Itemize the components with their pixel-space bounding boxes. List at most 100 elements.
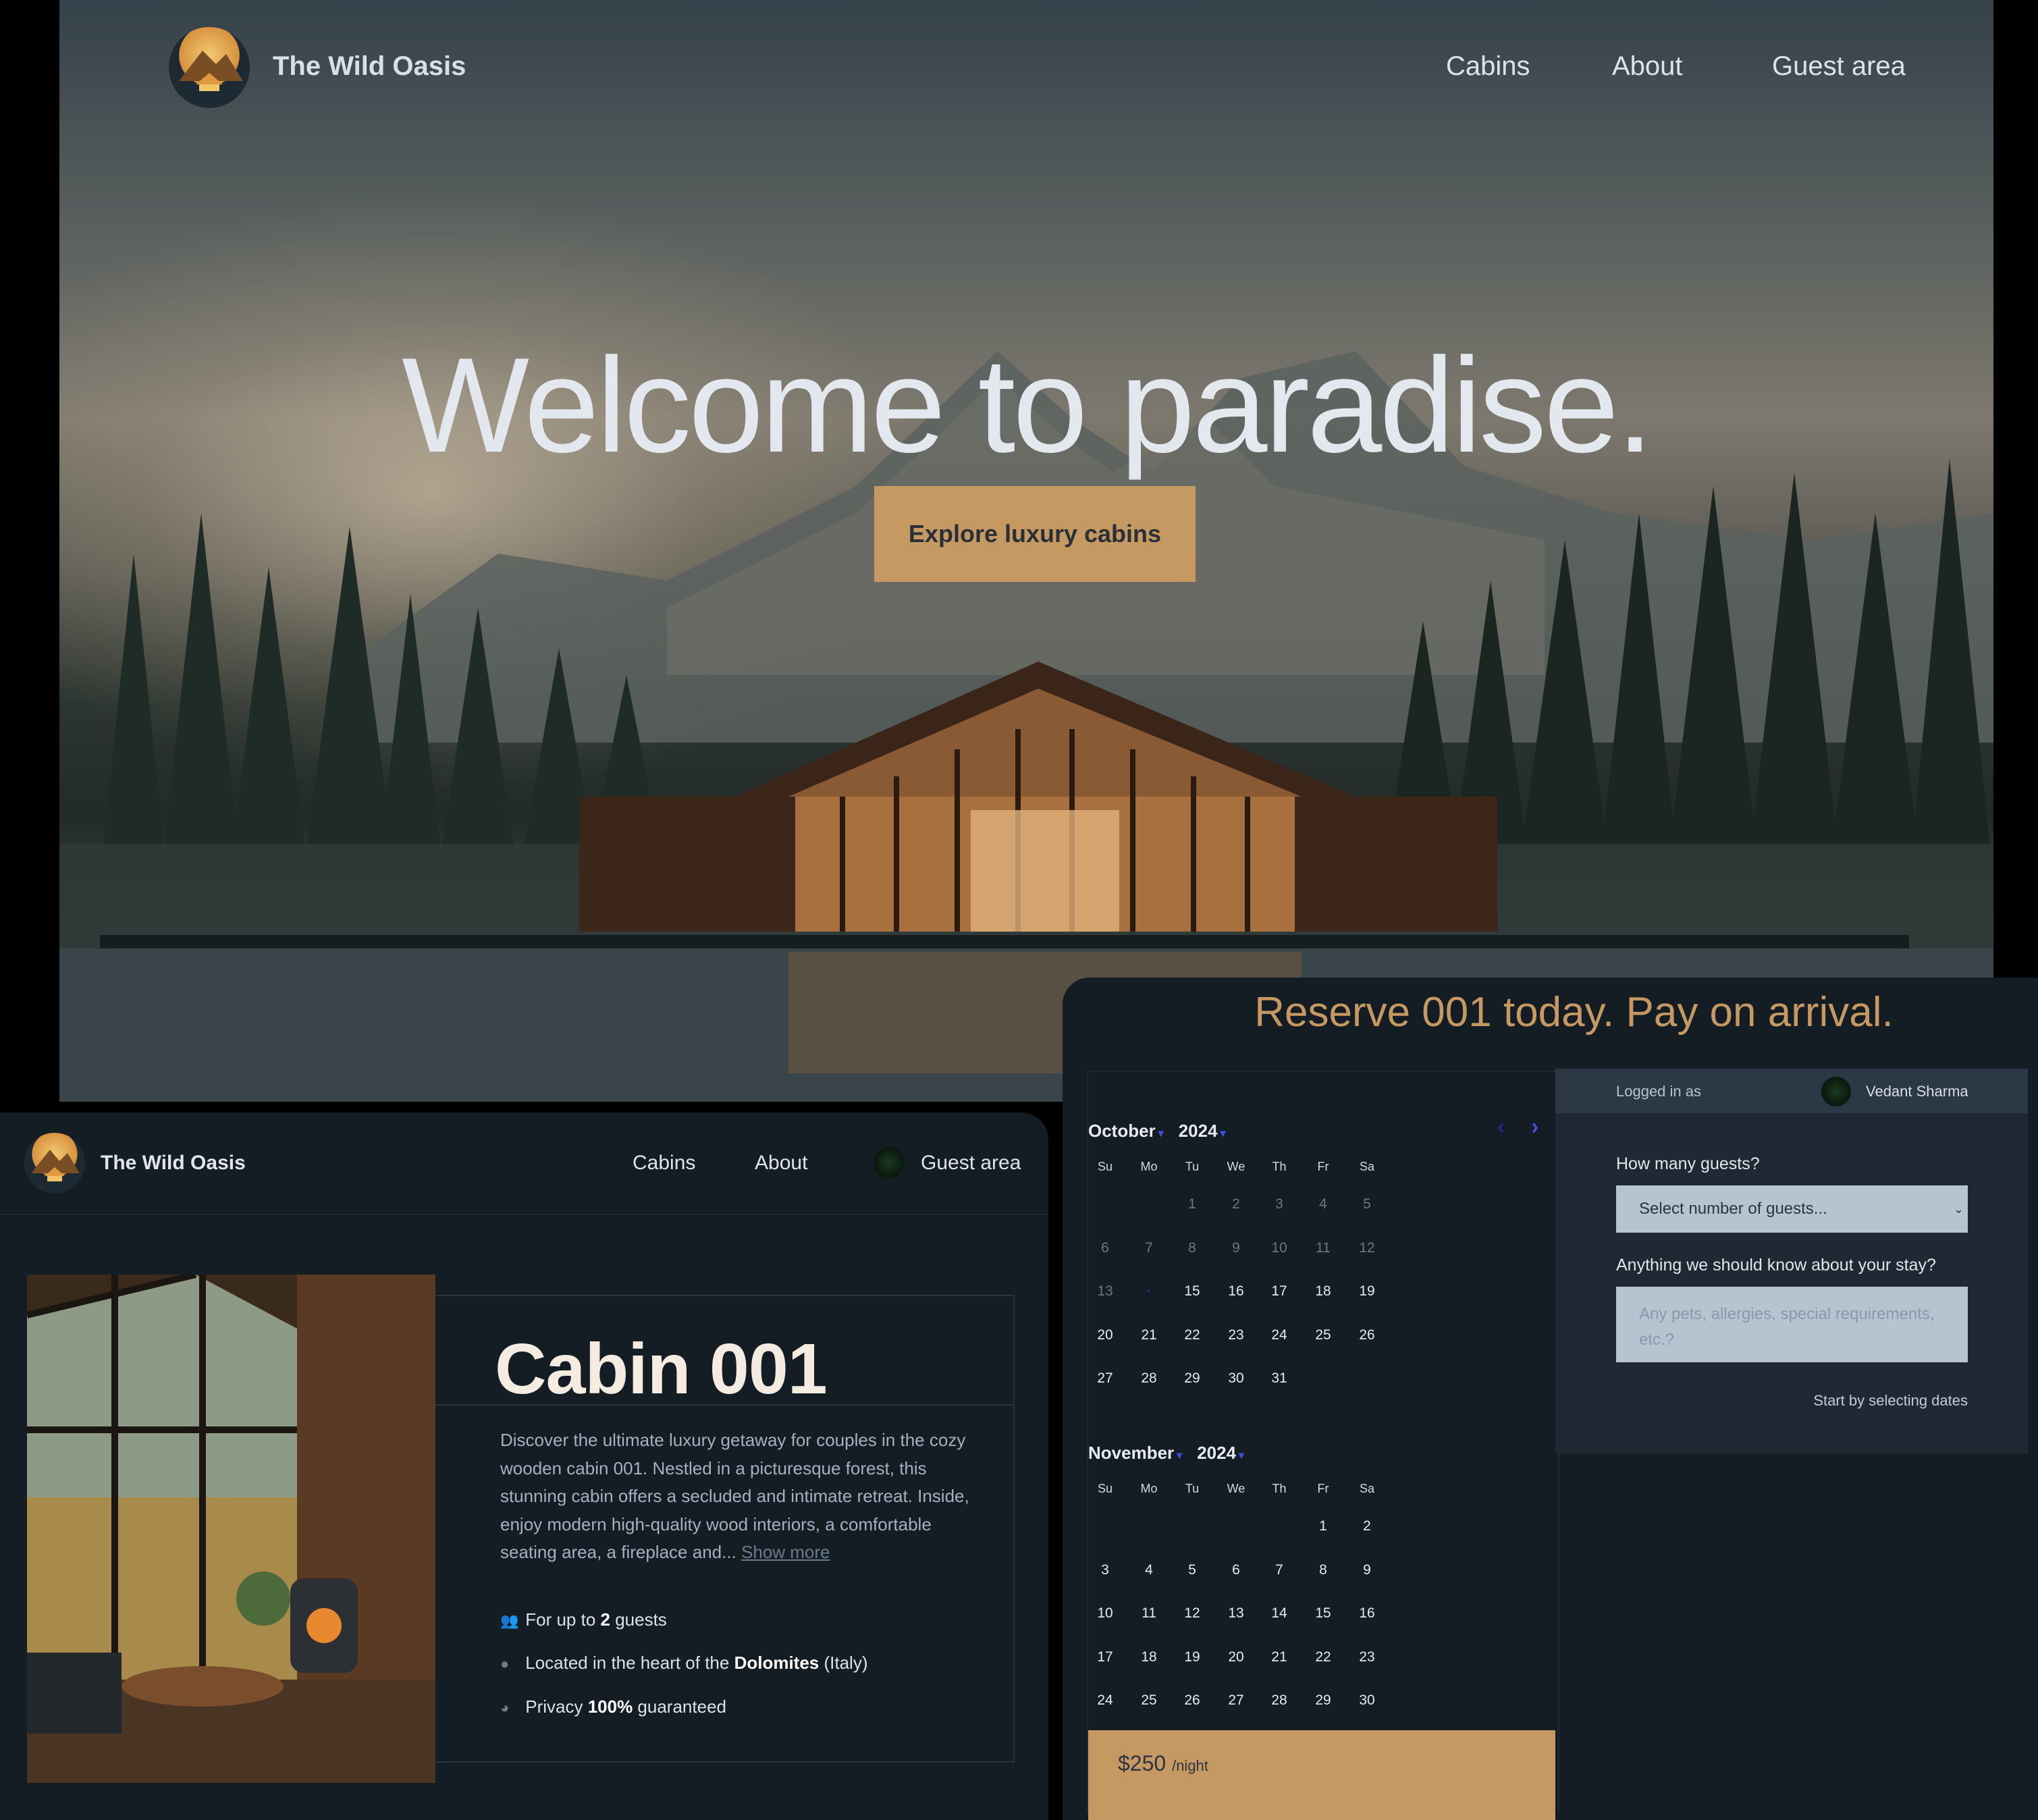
- calendar-day[interactable]: 24: [1092, 1692, 1119, 1709]
- calendar-day[interactable]: 18: [1310, 1283, 1337, 1300]
- nav-guest-area[interactable]: Guest area: [921, 1152, 1021, 1175]
- calendar-day[interactable]: 28: [1266, 1692, 1293, 1709]
- feature-bold: Dolomites: [734, 1653, 820, 1673]
- month-year-header[interactable]: November ▾ 2024 ▾: [1088, 1443, 1244, 1464]
- calendar-day: 7: [1145, 1239, 1153, 1256]
- calendar-day[interactable]: 24: [1266, 1327, 1293, 1343]
- month-year-header[interactable]: October ▾ 2024 ▾: [1088, 1121, 1226, 1142]
- show-more-link[interactable]: Show more: [741, 1542, 830, 1562]
- calendar-day[interactable]: 26: [1353, 1327, 1380, 1343]
- calendar-day[interactable]: 22: [1179, 1327, 1206, 1343]
- calendar-day[interactable]: 17: [1266, 1283, 1293, 1300]
- reservation-title: Reserve 001 today. Pay on arrival.: [1254, 989, 1894, 1036]
- calendar-day[interactable]: 18: [1135, 1649, 1162, 1665]
- explore-cabins-button[interactable]: Explore luxury cabins: [874, 486, 1196, 582]
- description-text: Discover the ultimate luxury getaway for…: [500, 1430, 969, 1562]
- year-name[interactable]: 2024: [1197, 1443, 1236, 1463]
- calendar-day[interactable]: 6: [1223, 1562, 1250, 1578]
- calendar-day[interactable]: 21: [1266, 1649, 1293, 1665]
- feature-location: ● Located in the heart of the Dolomites …: [500, 1653, 868, 1674]
- calendar-day[interactable]: 20: [1092, 1327, 1119, 1343]
- calendar-day[interactable]: 9: [1353, 1562, 1380, 1578]
- nav-guest-area[interactable]: Guest area: [1772, 51, 1906, 82]
- calendar-day[interactable]: 12: [1179, 1605, 1206, 1622]
- next-month-icon[interactable]: ›: [1531, 1114, 1538, 1140]
- calendar-day[interactable]: 19: [1353, 1283, 1380, 1300]
- nav-about[interactable]: About: [755, 1152, 807, 1175]
- calendar-day[interactable]: 25: [1135, 1692, 1162, 1709]
- calendar-day[interactable]: 4: [1135, 1562, 1162, 1578]
- notes-textarea[interactable]: Any pets, allergies, special requirement…: [1616, 1287, 1968, 1362]
- calendar-day[interactable]: 27: [1092, 1370, 1119, 1387]
- calendar-day[interactable]: 16: [1223, 1283, 1250, 1300]
- nav-cabins[interactable]: Cabins: [633, 1152, 695, 1175]
- calendar-day: 3: [1275, 1196, 1283, 1212]
- caret-down-icon[interactable]: ▾: [1221, 1128, 1226, 1140]
- hero-title: Welcome to paradise.: [402, 330, 1654, 481]
- brand-name[interactable]: The Wild Oasis: [273, 51, 466, 82]
- nav-cabins[interactable]: Cabins: [1446, 51, 1530, 82]
- year-name[interactable]: 2024: [1179, 1121, 1218, 1141]
- calendar-day[interactable]: 28: [1135, 1370, 1162, 1387]
- prev-month-icon[interactable]: ‹: [1497, 1114, 1505, 1140]
- weekday-label: Su: [1097, 1160, 1113, 1173]
- calendar-day[interactable]: 5: [1179, 1562, 1206, 1578]
- calendar-day[interactable]: 15: [1179, 1283, 1206, 1300]
- calendar-day[interactable]: 13: [1223, 1605, 1250, 1622]
- calendar-day[interactable]: 22: [1310, 1649, 1337, 1665]
- caret-down-icon[interactable]: ▾: [1177, 1450, 1182, 1462]
- calendar-day: 9: [1232, 1239, 1240, 1256]
- calendar-day[interactable]: 7: [1266, 1562, 1293, 1578]
- calendar-day[interactable]: 15: [1310, 1605, 1337, 1622]
- calendar-day[interactable]: 25: [1310, 1327, 1337, 1343]
- month-name[interactable]: October: [1088, 1121, 1156, 1141]
- weekday-label: Mo: [1140, 1160, 1158, 1173]
- calendar-day[interactable]: 27: [1223, 1692, 1250, 1709]
- weekday-label: Su: [1097, 1482, 1113, 1495]
- feature-text: (Italy): [819, 1653, 868, 1673]
- calendar-day[interactable]: 10: [1092, 1605, 1119, 1622]
- weekday-label: We: [1227, 1482, 1245, 1495]
- guests-select-value: Select number of guests...: [1639, 1200, 1827, 1218]
- feature-bold: 100%: [587, 1696, 633, 1717]
- calendar-day[interactable]: 19: [1179, 1649, 1206, 1665]
- guests-select[interactable]: Select number of guests... ⌄: [1616, 1185, 1968, 1233]
- calendar-day: 2: [1232, 1196, 1240, 1212]
- calendar-day[interactable]: 20: [1223, 1649, 1250, 1665]
- calendar-day[interactable]: 11: [1135, 1605, 1162, 1622]
- calendar-day[interactable]: 23: [1353, 1649, 1380, 1665]
- calendar-day[interactable]: 29: [1310, 1692, 1337, 1709]
- caret-down-icon[interactable]: ▾: [1158, 1128, 1164, 1140]
- calendar-day: 12: [1359, 1239, 1375, 1256]
- calendar-day: 10: [1271, 1239, 1287, 1256]
- logo-icon[interactable]: [169, 27, 250, 108]
- calendar-day[interactable]: 16: [1353, 1605, 1380, 1622]
- caret-down-icon[interactable]: ▾: [1239, 1450, 1244, 1462]
- calendar-day[interactable]: 3: [1092, 1562, 1119, 1578]
- brand-name[interactable]: The Wild Oasis: [101, 1152, 246, 1175]
- calendar-day[interactable]: 26: [1179, 1692, 1206, 1709]
- calendar-day[interactable]: 17: [1092, 1649, 1119, 1665]
- user-avatar[interactable]: [874, 1147, 905, 1178]
- price-per-night: $250 /night: [1118, 1751, 1208, 1776]
- weekday-label: Th: [1272, 1160, 1287, 1173]
- calendar-day[interactable]: 31: [1266, 1370, 1293, 1387]
- calendar-day[interactable]: 23: [1223, 1327, 1250, 1343]
- calendar-day: 5: [1363, 1196, 1371, 1212]
- calendar-day[interactable]: 1: [1310, 1518, 1337, 1534]
- calendar-day[interactable]: 30: [1223, 1370, 1250, 1387]
- calendar-day[interactable]: 8: [1310, 1562, 1337, 1578]
- calendar-day[interactable]: 29: [1179, 1370, 1206, 1387]
- calendar-day[interactable]: 14: [1266, 1605, 1293, 1622]
- calendar-day[interactable]: 2: [1353, 1518, 1380, 1534]
- eye-slash-icon: ◕: [500, 1699, 510, 1716]
- chevron-down-icon: ⌄: [1953, 1202, 1964, 1216]
- calendar-day[interactable]: 30: [1353, 1692, 1380, 1709]
- feature-text: guaranteed: [633, 1696, 726, 1717]
- nav-about[interactable]: About: [1612, 51, 1683, 82]
- today-marker: ·: [1146, 1283, 1152, 1299]
- calendar-day[interactable]: 21: [1135, 1327, 1162, 1343]
- logo-icon[interactable]: [24, 1133, 85, 1194]
- feature-text: For up to: [525, 1609, 601, 1630]
- month-name[interactable]: November: [1088, 1443, 1174, 1463]
